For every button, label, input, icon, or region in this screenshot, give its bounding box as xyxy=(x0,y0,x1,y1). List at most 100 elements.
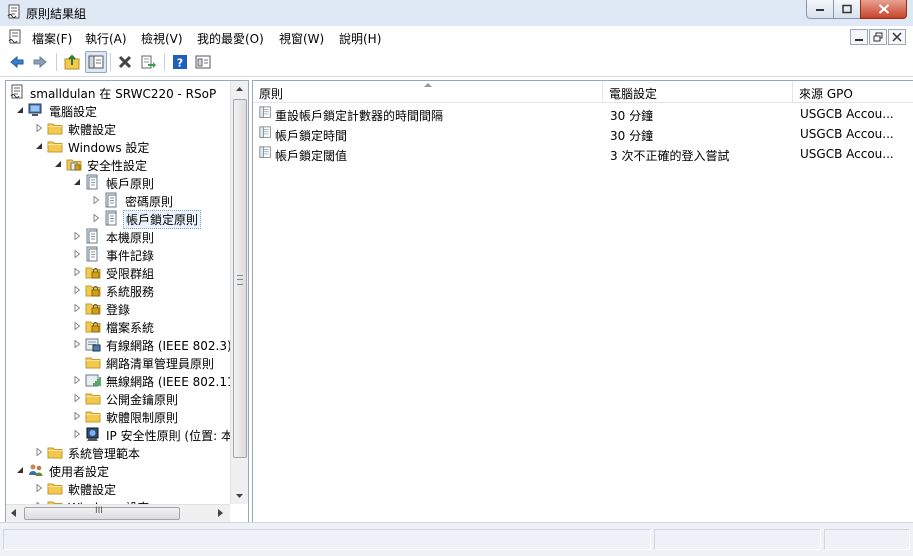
policy-row[interactable]: 重設帳戶鎖定計數器的時間間隔 30 分鐘 USGCB Accou... xyxy=(253,104,913,123)
expanded-arrow-icon[interactable] xyxy=(16,106,24,114)
delete-button[interactable] xyxy=(115,52,135,72)
tree-node-label: Windows 設定 xyxy=(68,141,150,155)
expanded-arrow-icon[interactable] xyxy=(35,142,43,150)
status-segment-main xyxy=(3,529,651,550)
collapsed-arrow-icon[interactable] xyxy=(35,484,43,492)
tree-node[interactable]: 軟體限制原則 xyxy=(6,407,230,425)
rsop-doc-icon xyxy=(10,84,23,99)
back-icon xyxy=(10,55,24,69)
expanded-arrow-icon[interactable] xyxy=(73,178,81,186)
tree-scroll-thumb[interactable] xyxy=(233,99,247,458)
lock-folder-icon xyxy=(85,267,101,279)
source-gpo-cell: USGCB Accou... xyxy=(800,127,894,141)
collapsed-arrow-icon[interactable] xyxy=(92,214,100,222)
collapsed-arrow-icon[interactable] xyxy=(73,376,81,384)
menu-view[interactable]: 檢視(V) xyxy=(141,30,183,47)
expanded-arrow-icon[interactable] xyxy=(54,160,62,168)
tree-node[interactable]: 有線網路 (IEEE 802.3) xyxy=(6,335,232,353)
console-tree[interactable]: smalldulan 在 SRWC220 - RSoP 電腦設定 軟體設定 Windo… xyxy=(5,80,249,523)
up-folder-icon xyxy=(64,54,80,70)
tree-node[interactable]: IP 安全性原則 (位置: 本 xyxy=(6,425,233,443)
tree-hscroll-thumb[interactable]: III xyxy=(24,506,180,520)
menu-help[interactable]: 說明(H) xyxy=(339,30,381,47)
delete-icon xyxy=(118,55,132,69)
collapsed-arrow-icon[interactable] xyxy=(73,340,81,348)
tree-node-label: 系統服務 xyxy=(106,285,155,299)
scroll-down-icon[interactable] xyxy=(231,487,248,504)
menu-action[interactable]: 執行(A) xyxy=(85,30,127,47)
tree-node[interactable]: 公開金鑰原則 xyxy=(6,389,230,407)
tree-node[interactable]: 檔案系統 xyxy=(6,317,230,335)
back-button[interactable] xyxy=(7,52,27,72)
tree-node-label: 網路清單管理員原則 xyxy=(106,357,215,371)
tree-node[interactable]: 安全性設定 xyxy=(6,155,230,173)
tree-node[interactable]: 受限群組 xyxy=(6,263,230,281)
collapsed-arrow-icon[interactable] xyxy=(73,394,81,402)
tree-node-label: 事件記錄 xyxy=(106,249,155,263)
folder-icon xyxy=(47,141,63,153)
results-list[interactable]: 原則 電腦設定 來源 GPO 重設帳戶鎖定計數器的時間間隔 30 分鐘 USGCB … xyxy=(252,80,913,523)
properties-button[interactable] xyxy=(193,52,213,72)
tree-node[interactable]: Windows 設定 xyxy=(6,137,230,155)
maximize-button[interactable] xyxy=(833,0,861,19)
collapsed-arrow-icon[interactable] xyxy=(73,232,81,240)
child-minimize-button[interactable] xyxy=(850,29,868,45)
export-list-button[interactable] xyxy=(138,52,158,72)
tree-node[interactable]: 無線網路 (IEEE 802.11) xyxy=(6,371,239,389)
menu-file[interactable]: 檔案(F) xyxy=(32,30,72,47)
tree-horizontal-scrollbar[interactable]: III xyxy=(6,504,230,522)
properties-icon xyxy=(195,55,211,69)
column-header-computer-setting[interactable]: 電腦設定 xyxy=(603,81,793,103)
child-window-icon[interactable] xyxy=(7,29,23,45)
scroll-left-icon[interactable] xyxy=(8,507,20,519)
collapsed-arrow-icon[interactable] xyxy=(73,286,81,294)
child-close-button[interactable] xyxy=(888,29,906,45)
collapsed-arrow-icon[interactable] xyxy=(73,322,81,330)
column-header-source-label: 來源 GPO xyxy=(799,87,853,101)
tree-node[interactable]: 帳戶原則 xyxy=(6,173,230,191)
tree-node[interactable]: 軟體設定 xyxy=(6,119,230,137)
tree-node[interactable]: 網路清單管理員原則 xyxy=(6,353,230,371)
scroll-right-icon[interactable] xyxy=(214,507,226,519)
menu-favorites[interactable]: 我的最愛(O) xyxy=(197,30,264,47)
forward-button[interactable] xyxy=(30,52,50,72)
collapsed-arrow-icon[interactable] xyxy=(73,304,81,312)
tree-node[interactable]: 系統服務 xyxy=(6,281,230,299)
tree-node[interactable]: 登錄 xyxy=(6,299,230,317)
policy-row[interactable]: 帳戶鎖定時間 30 分鐘 USGCB Accou... xyxy=(253,124,913,143)
column-header-source-gpo[interactable]: 來源 GPO xyxy=(793,81,913,103)
collapsed-arrow-icon[interactable] xyxy=(73,268,81,276)
collapsed-arrow-icon[interactable] xyxy=(73,250,81,258)
help-button[interactable]: ? xyxy=(170,52,190,72)
tree-node[interactable]: 密碼原則 xyxy=(6,191,230,209)
tree-node[interactable]: 系統管理範本 xyxy=(6,443,230,461)
menu-window[interactable]: 視窗(W) xyxy=(279,30,324,47)
expanded-arrow-icon[interactable] xyxy=(16,466,24,474)
tree-node-label: 有線網路 (IEEE 802.3) xyxy=(106,339,232,353)
minimize-button[interactable] xyxy=(806,0,834,19)
ip-security-icon xyxy=(86,427,99,441)
collapsed-arrow-icon[interactable] xyxy=(92,196,100,204)
column-header-policy[interactable]: 原則 xyxy=(253,81,603,103)
close-button[interactable] xyxy=(860,0,907,19)
collapsed-arrow-icon[interactable] xyxy=(35,124,43,132)
child-restore-button[interactable] xyxy=(869,29,887,45)
collapsed-arrow-icon[interactable] xyxy=(73,430,81,438)
tree-vertical-scrollbar[interactable] xyxy=(230,81,248,504)
toolbar-separator xyxy=(110,53,111,71)
show-hide-tree-button[interactable] xyxy=(85,51,107,73)
policy-row[interactable]: 帳戶鎖定閾值 3 次不正確的登入嘗試 USGCB Accou... xyxy=(253,144,913,163)
tree-node[interactable]: 電腦設定 xyxy=(6,101,230,119)
tree-node[interactable]: 本機原則 xyxy=(6,227,230,245)
collapsed-arrow-icon[interactable] xyxy=(73,412,81,420)
tree-node[interactable]: smalldulan 在 SRWC220 - RSoP xyxy=(6,83,230,101)
tree-node[interactable]: 事件記錄 xyxy=(6,245,230,263)
policy-item-icon xyxy=(259,146,271,158)
tree-node[interactable]: 使用者設定 xyxy=(6,461,230,479)
up-one-level-button[interactable] xyxy=(62,52,82,72)
export-list-icon xyxy=(141,55,156,69)
collapsed-arrow-icon[interactable] xyxy=(35,448,43,456)
tree-node[interactable]: 軟體設定 xyxy=(6,479,230,497)
tree-node[interactable]: 帳戶鎖定原則 xyxy=(6,209,230,229)
scroll-up-icon[interactable] xyxy=(231,81,248,98)
